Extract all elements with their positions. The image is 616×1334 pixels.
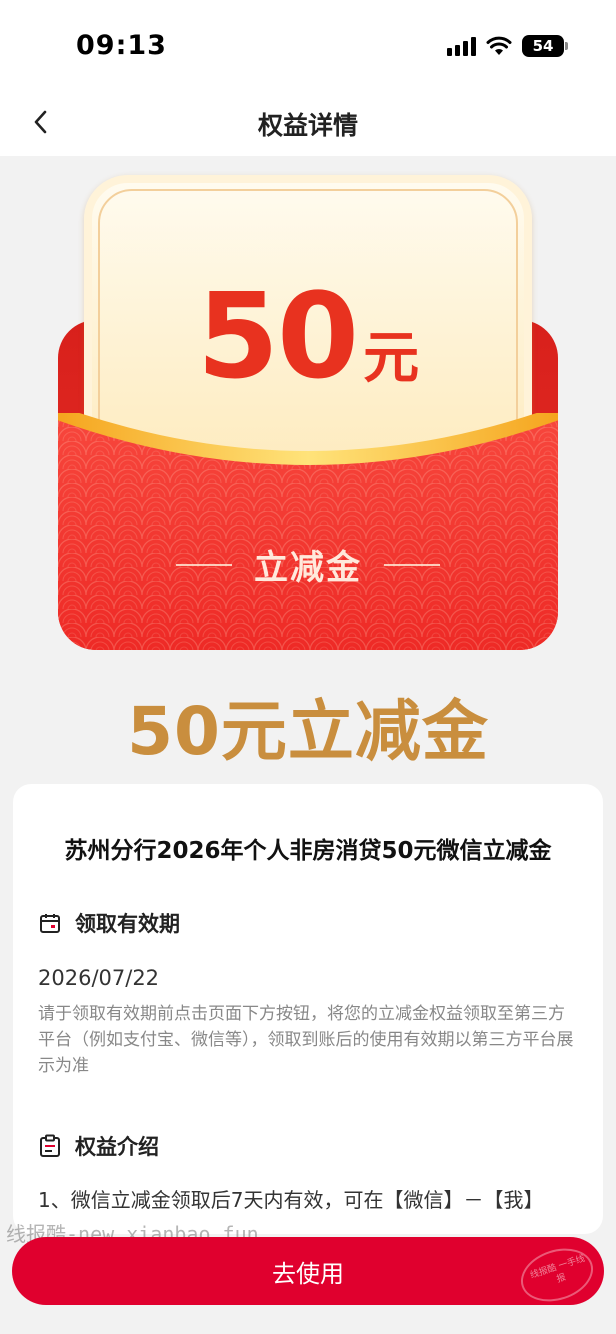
signal-icon [447, 36, 476, 56]
benefit-section-header: 权益介绍 [39, 1131, 159, 1161]
benefit-description-line: 1、微信立减金领取后7天内有效，可在【微信】－【我】 [38, 1188, 544, 1212]
clipboard-icon [40, 1134, 60, 1157]
status-time: 09:13 [76, 30, 167, 61]
benefit-title: 苏州分行2026年个人非房消贷50元微信立减金 [64, 838, 552, 864]
use-button[interactable]: 去使用 [12, 1237, 604, 1305]
benefit-label: 权益介绍 [75, 1135, 159, 1159]
voucher-amount-number: 50 [196, 267, 359, 405]
voucher-amount: 50 元 [92, 267, 524, 405]
validity-section-header: 领取有效期 [39, 908, 180, 938]
status-icons: 54 [447, 33, 568, 59]
page-title: 权益详情 [257, 111, 358, 140]
validity-date: 2026/07/22 [38, 966, 160, 990]
wifi-icon [486, 36, 512, 56]
watermark-stamp-text: 线报酷 一手线报 [529, 1253, 587, 1285]
battery-level: 54 [532, 37, 554, 55]
validity-label: 领取有效期 [75, 912, 180, 936]
home-indicator [208, 1318, 408, 1324]
envelope-front [58, 413, 558, 650]
calendar-icon [40, 914, 60, 933]
envelope-label-group: 立减金 [58, 540, 558, 589]
detail-card: 苏州分行2026年个人非房消贷50元微信立减金 领取有效期 2026/07/22… [13, 784, 603, 1234]
voucher-amount-unit: 元 [363, 326, 420, 391]
red-envelope-illustration: 50 元 立减金 [58, 175, 558, 650]
validity-description: 请于领取有效期前点击页面下方按钮，将您的立减金权益领取至第三方平台（例如支付宝、… [38, 1004, 574, 1076]
voucher-headline: 50元立减金 [127, 693, 489, 770]
nav-bar: 权益详情 [0, 90, 616, 156]
battery-icon: 54 [522, 35, 568, 57]
status-bar: 09:13 54 [0, 0, 616, 90]
envelope-label: 立减金 [254, 548, 362, 588]
